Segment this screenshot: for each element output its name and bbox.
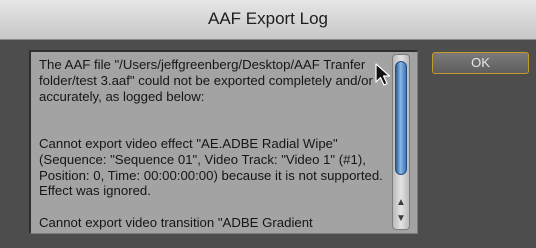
scroll-up-arrow[interactable]: ▲ [396, 196, 406, 210]
title-bar: AAF Export Log [0, 0, 536, 40]
scroll-thumb[interactable] [395, 61, 407, 175]
ok-button[interactable]: OK [432, 52, 529, 74]
log-text: The AAF file "/Users/jeffgreenberg/Deskt… [39, 57, 383, 230]
mouse-pointer-icon [375, 63, 391, 86]
vertical-scrollbar[interactable]: ▲ ▼ [392, 54, 410, 230]
dialog-title: AAF Export Log [207, 9, 328, 28]
scroll-down-arrow[interactable]: ▼ [396, 212, 406, 226]
export-log-dialog: AAF Export Log The AAF file "/Users/jeff… [0, 0, 536, 248]
log-text-area[interactable]: The AAF file "/Users/jeffgreenberg/Deskt… [29, 50, 418, 234]
